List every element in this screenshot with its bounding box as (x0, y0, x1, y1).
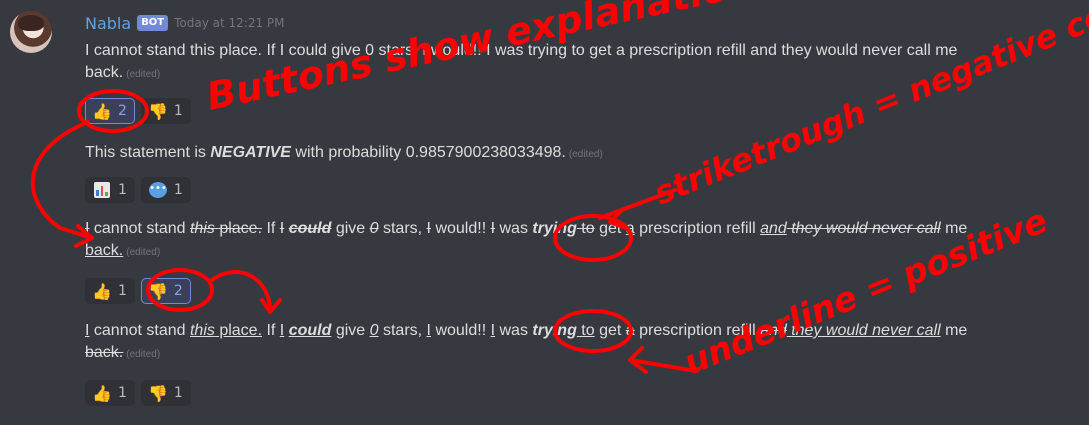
reaction-count: 2 (173, 283, 183, 299)
word: never (867, 322, 913, 339)
word: to (576, 220, 595, 237)
reaction-count: 1 (173, 385, 183, 401)
word: trying (532, 322, 577, 339)
message-text: back. (85, 64, 124, 81)
reaction-thumbs-down[interactable]: 👎 2 (140, 278, 191, 304)
message-text: with probability 0.9857900238033498. (290, 144, 566, 161)
reaction-count: 1 (118, 182, 127, 198)
word: this (189, 220, 215, 237)
reaction-thumbs-up[interactable]: 👍 2 (85, 98, 135, 124)
word: would!! (431, 220, 491, 237)
reactions-bar: 👍 1 👎 2 (85, 278, 191, 304)
word: to (576, 322, 595, 339)
message-text: This statement is (85, 144, 211, 161)
bar-chart-icon (92, 180, 112, 200)
word: If (262, 322, 280, 339)
word: 0 (369, 220, 379, 237)
word: give (331, 220, 370, 237)
annotation-text: striketrough = negative correlation (649, 0, 1089, 212)
message-original: I cannot stand this place. If I could gi… (85, 40, 1060, 86)
word: me (940, 322, 968, 339)
message-header: Nabla BOT Today at 12:21 PM (85, 12, 285, 34)
word: and (760, 220, 787, 237)
reaction-thumbs-up[interactable]: 👍 1 (85, 380, 135, 406)
message-text: I cannot stand this place. If I could gi… (85, 42, 958, 59)
word: back. (85, 344, 124, 361)
message-positive-view: I cannot stand this place. If I could gi… (85, 320, 1060, 366)
message-classification: This statement is NEGATIVE with probabil… (85, 142, 1060, 166)
bot-badge: BOT (137, 15, 169, 31)
edited-label: (edited) (126, 69, 161, 80)
thumbs-up-icon: 👍 (92, 101, 112, 121)
reaction-count: 1 (173, 103, 183, 119)
annotation-arrow (210, 269, 282, 314)
reaction-thumbs-up[interactable]: 👍 1 (85, 278, 135, 304)
edited-label: (edited) (126, 247, 161, 258)
thumbs-up-icon: 👍 (92, 281, 112, 301)
reaction-bar-chart[interactable]: 1 (85, 177, 135, 203)
word: prescription refill (634, 220, 761, 237)
word: could (288, 322, 332, 339)
reaction-count: 2 (118, 103, 127, 119)
word: give (331, 322, 370, 339)
sentiment-label: NEGATIVE (210, 144, 291, 161)
word: I (279, 220, 285, 237)
word: would (821, 220, 868, 237)
word: a (625, 220, 635, 237)
reactions-bar: 👍 2 👎 1 (85, 98, 191, 124)
speech-bubble-icon: ••• (148, 180, 168, 200)
word: was (495, 220, 533, 237)
word: they (786, 322, 822, 339)
avatar[interactable] (10, 11, 52, 53)
word: 0 (369, 322, 379, 339)
reaction-thumbs-down[interactable]: 👎 1 (140, 98, 191, 124)
word: and (760, 322, 787, 339)
word: trying (532, 220, 577, 237)
word: call (912, 322, 941, 339)
reaction-thumbs-down[interactable]: 👎 1 (140, 380, 191, 406)
word: get (594, 220, 626, 237)
word: get (594, 322, 626, 339)
reaction-count: 1 (173, 182, 183, 198)
word: call (912, 220, 941, 237)
word: place. (214, 322, 263, 339)
word: cannot stand (89, 220, 190, 237)
word: was (495, 322, 533, 339)
username[interactable]: Nabla (85, 14, 131, 33)
timestamp: Today at 12:21 PM (174, 16, 285, 30)
word: stars, (378, 220, 427, 237)
reactions-bar: 1 ••• 1 (85, 177, 191, 203)
reaction-speech-bubble[interactable]: ••• 1 (140, 177, 191, 203)
word: I (279, 322, 285, 339)
edited-label: (edited) (126, 349, 161, 360)
annotation-arrow (30, 120, 94, 240)
word: this (189, 322, 215, 339)
word: would (821, 322, 868, 339)
word: prescription refill (634, 322, 761, 339)
word: place. (214, 220, 263, 237)
word: back. (85, 242, 124, 259)
message-negative-view: I cannot stand this place. If I could gi… (85, 218, 1060, 264)
word: me (940, 220, 968, 237)
thumbs-down-icon: 👎 (147, 101, 168, 121)
thumbs-down-icon: 👎 (147, 383, 168, 403)
thumbs-up-icon: 👍 (92, 383, 112, 403)
reactions-bar: 👍 1 👎 1 (85, 380, 191, 406)
thumbs-down-icon: 👎 (147, 281, 168, 301)
word: they (786, 220, 822, 237)
reaction-count: 1 (118, 283, 127, 299)
word: would!! (431, 322, 491, 339)
word: stars, (378, 322, 427, 339)
word: a (625, 322, 635, 339)
word: cannot stand (89, 322, 190, 339)
reaction-count: 1 (118, 385, 127, 401)
word: never (867, 220, 913, 237)
word: could (288, 220, 332, 237)
word: If (262, 220, 280, 237)
edited-label: (edited) (568, 149, 603, 160)
